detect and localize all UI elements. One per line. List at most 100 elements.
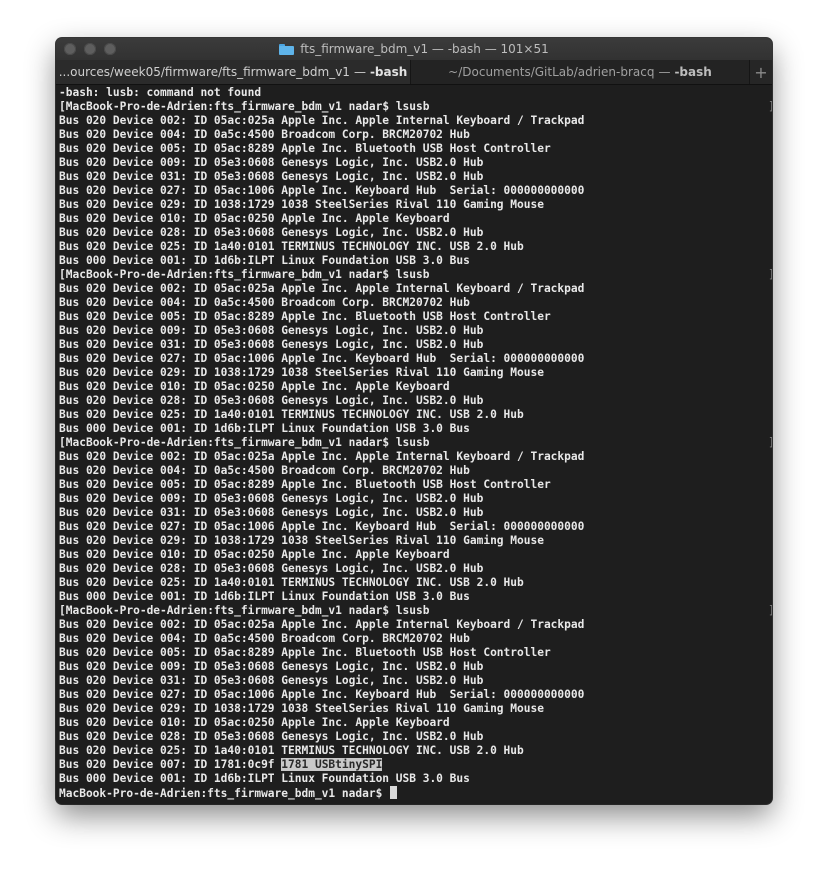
usb-device-text: Bus 020 Device 004: ID 0a5c:4500 Broadco… (59, 464, 470, 477)
usb-device-text: Bus 020 Device 029: ID 1038:1729 1038 St… (59, 702, 544, 715)
usb-device-line: Bus 020 Device 010: ID 05ac:0250 Apple I… (59, 548, 767, 562)
usb-device-line: Bus 020 Device 004: ID 0a5c:4500 Broadco… (59, 464, 767, 478)
folder-icon (279, 43, 295, 55)
usb-device-line: Bus 020 Device 010: ID 05ac:0250 Apple I… (59, 716, 767, 730)
usb-device-line: Bus 020 Device 005: ID 05ac:8289 Apple I… (59, 310, 767, 324)
usb-device-text: Bus 020 Device 004: ID 0a5c:4500 Broadco… (59, 296, 470, 309)
usb-device-text: Bus 020 Device 009: ID 05e3:0608 Genesys… (59, 324, 484, 337)
usb-device-text: Bus 020 Device 025: ID 1a40:0101 TERMINU… (59, 408, 524, 421)
usb-device-line: Bus 020 Device 005: ID 05ac:8289 Apple I… (59, 646, 767, 660)
usb-device-line: Bus 020 Device 002: ID 05ac:025a Apple I… (59, 282, 767, 296)
usb-device-text: Bus 020 Device 010: ID 05ac:0250 Apple I… (59, 716, 450, 729)
usb-device-text: Bus 020 Device 009: ID 05e3:0608 Genesys… (59, 156, 484, 169)
close-button[interactable] (64, 43, 76, 55)
usb-device-text: Bus 000 Device 001: ID 1d6b:ILPT Linux F… (59, 590, 470, 603)
error-line: -bash: lusb: command not found (59, 86, 767, 100)
usb-device-line: Bus 020 Device 009: ID 05e3:0608 Genesys… (59, 660, 767, 674)
usb-device-line: Bus 020 Device 009: ID 05e3:0608 Genesys… (59, 324, 767, 338)
usb-device-text: Bus 020 Device 005: ID 05ac:8289 Apple I… (59, 478, 551, 491)
prompt-line: [MacBook-Pro-de-Adrien:fts_firmware_bdm_… (59, 436, 772, 450)
usb-device-line: Bus 000 Device 001: ID 1d6b:ILPT Linux F… (59, 772, 767, 786)
usb-device-text: Bus 020 Device 005: ID 05ac:8289 Apple I… (59, 646, 551, 659)
usb-device-text: Bus 020 Device 028: ID 05e3:0608 Genesys… (59, 394, 484, 407)
usb-device-line: Bus 020 Device 027: ID 05ac:1006 Apple I… (59, 688, 767, 702)
usb-device-text: Bus 020 Device 029: ID 1038:1729 1038 St… (59, 198, 544, 211)
usb-device-line: Bus 020 Device 010: ID 05ac:0250 Apple I… (59, 212, 767, 226)
usb-device-line: Bus 020 Device 027: ID 05ac:1006 Apple I… (59, 352, 767, 366)
usb-device-text: Bus 020 Device 002: ID 05ac:025a Apple I… (59, 618, 585, 631)
tab-bar: ...ources/week05/firmware/fts_firmware_b… (56, 60, 772, 85)
usb-device-line: Bus 020 Device 002: ID 05ac:025a Apple I… (59, 618, 767, 632)
usb-device-text: Bus 020 Device 004: ID 0a5c:4500 Broadco… (59, 128, 470, 141)
usb-device-line: Bus 020 Device 028: ID 05e3:0608 Genesys… (59, 562, 767, 576)
usb-device-text: Bus 020 Device 031: ID 05e3:0608 Genesys… (59, 338, 484, 351)
minimize-button[interactable] (84, 43, 96, 55)
usb-device-line: Bus 020 Device 025: ID 1a40:0101 TERMINU… (59, 576, 767, 590)
usb-device-line: Bus 020 Device 002: ID 05ac:025a Apple I… (59, 114, 767, 128)
usb-device-line: Bus 020 Device 002: ID 05ac:025a Apple I… (59, 450, 767, 464)
usb-device-text: Bus 020 Device 029: ID 1038:1729 1038 St… (59, 534, 544, 547)
usb-device-text: Bus 020 Device 031: ID 05e3:0608 Genesys… (59, 674, 484, 687)
usb-device-line: Bus 020 Device 028: ID 05e3:0608 Genesys… (59, 730, 767, 744)
usb-device-line: Bus 020 Device 009: ID 05e3:0608 Genesys… (59, 492, 767, 506)
usb-device-line: Bus 020 Device 007: ID 1781:0c9f 1781 US… (59, 758, 767, 772)
prompt-text: MacBook-Pro-de-Adrien:fts_firmware_bdm_v… (65, 100, 390, 113)
usb-device-text: Bus 020 Device 027: ID 05ac:1006 Apple I… (59, 520, 585, 533)
usb-device-text: Bus 000 Device 001: ID 1d6b:ILPT Linux F… (59, 254, 470, 267)
prompt-line-active: MacBook-Pro-de-Adrien:fts_firmware_bdm_v… (59, 786, 767, 800)
usb-device-text: Bus 020 Device 031: ID 05e3:0608 Genesys… (59, 506, 484, 519)
usb-device-line: Bus 020 Device 029: ID 1038:1729 1038 St… (59, 702, 767, 716)
usb-device-text: Bus 000 Device 001: ID 1d6b:ILPT Linux F… (59, 772, 470, 785)
prompt-line: [MacBook-Pro-de-Adrien:fts_firmware_bdm_… (59, 100, 772, 114)
zoom-button[interactable] (104, 43, 116, 55)
usb-device-line: Bus 020 Device 029: ID 1038:1729 1038 St… (59, 366, 767, 380)
prompt-text: MacBook-Pro-de-Adrien:fts_firmware_bdm_v… (65, 604, 390, 617)
prompt-bracket: [ (59, 268, 66, 281)
usb-device-text: Bus 020 Device 009: ID 05e3:0608 Genesys… (59, 660, 484, 673)
line-mark: ] (768, 604, 772, 618)
usb-device-text: Bus 000 Device 001: ID 1d6b:ILPT Linux F… (59, 422, 470, 435)
line-mark: ] (768, 268, 772, 282)
prompt-line: [MacBook-Pro-de-Adrien:fts_firmware_bdm_… (59, 604, 772, 618)
tab-path: ~/Documents/GitLab/adrien-bracq (448, 65, 655, 79)
usb-device-text: Bus 020 Device 031: ID 05e3:0608 Genesys… (59, 170, 484, 183)
usb-device-text: Bus 020 Device 005: ID 05ac:8289 Apple I… (59, 310, 551, 323)
usb-device-line: Bus 020 Device 005: ID 05ac:8289 Apple I… (59, 142, 767, 156)
selected-text: 1781 USBtinySPI (281, 758, 383, 771)
usb-device-line: Bus 020 Device 025: ID 1a40:0101 TERMINU… (59, 408, 767, 422)
usb-device-line: Bus 020 Device 027: ID 05ac:1006 Apple I… (59, 184, 767, 198)
command-text: lsusb (395, 604, 430, 617)
window-title: fts_firmware_bdm_v1 — -bash — 101×51 (279, 42, 549, 56)
usb-device-line: Bus 020 Device 029: ID 1038:1729 1038 St… (59, 534, 767, 548)
tab-path: ...ources/week05/firmware/fts_firmware_b… (58, 65, 350, 79)
prompt-line: [MacBook-Pro-de-Adrien:fts_firmware_bdm_… (59, 268, 772, 282)
prompt-text: MacBook-Pro-de-Adrien:fts_firmware_bdm_v… (65, 436, 390, 449)
usb-device-text: Bus 020 Device 029: ID 1038:1729 1038 St… (59, 366, 544, 379)
usb-device-text: Bus 020 Device 027: ID 05ac:1006 Apple I… (59, 184, 585, 197)
usb-device-line: Bus 020 Device 031: ID 05e3:0608 Genesys… (59, 338, 767, 352)
tab-fts-firmware[interactable]: ...ources/week05/firmware/fts_firmware_b… (56, 60, 411, 84)
usb-device-line: Bus 020 Device 004: ID 0a5c:4500 Broadco… (59, 296, 767, 310)
new-tab-button[interactable]: + (750, 60, 772, 84)
usb-device-text: Bus 020 Device 010: ID 05ac:0250 Apple I… (59, 212, 450, 225)
usb-device-line: Bus 020 Device 031: ID 05e3:0608 Genesys… (59, 170, 767, 184)
error-text: -bash: lusb: command not found (59, 86, 262, 99)
usb-device-text: Bus 020 Device 028: ID 05e3:0608 Genesys… (59, 226, 484, 239)
usb-device-text: Bus 020 Device 002: ID 05ac:025a Apple I… (59, 114, 585, 127)
tab-process: -bash (369, 65, 408, 79)
usb-device-text: Bus 020 Device 027: ID 05ac:1006 Apple I… (59, 688, 585, 701)
command-text: lsusb (395, 268, 430, 281)
tab-gitlab[interactable]: ~/Documents/GitLab/adrien-bracq — -bash (411, 60, 750, 84)
usb-device-line: Bus 020 Device 004: ID 0a5c:4500 Broadco… (59, 128, 767, 142)
usb-device-line: Bus 020 Device 025: ID 1a40:0101 TERMINU… (59, 744, 767, 758)
terminal-output[interactable]: -bash: lusb: command not found [MacBook-P… (59, 86, 772, 802)
tab-process: -bash (674, 65, 712, 79)
usb-device-line: Bus 020 Device 031: ID 05e3:0608 Genesys… (59, 674, 767, 688)
usb-device-line: Bus 020 Device 004: ID 0a5c:4500 Broadco… (59, 632, 767, 646)
title-bar[interactable]: fts_firmware_bdm_v1 — -bash — 101×51 (56, 38, 772, 60)
usb-device-text: Bus 020 Device 025: ID 1a40:0101 TERMINU… (59, 576, 524, 589)
window-title-text: fts_firmware_bdm_v1 — -bash — 101×51 (300, 42, 549, 56)
usb-device-text: Bus 020 Device 027: ID 05ac:1006 Apple I… (59, 352, 585, 365)
usb-device-line: Bus 000 Device 001: ID 1d6b:ILPT Linux F… (59, 590, 767, 604)
window-controls (64, 43, 116, 55)
